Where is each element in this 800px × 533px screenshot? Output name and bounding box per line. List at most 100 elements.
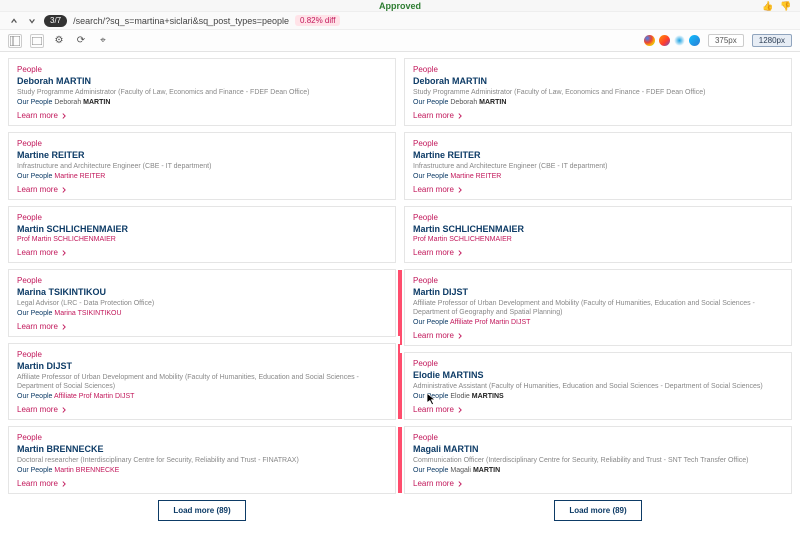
card-tag: People xyxy=(17,350,387,359)
learn-more-link[interactable]: Learn more xyxy=(17,479,67,488)
safari-icon[interactable] xyxy=(674,35,685,46)
card-tag: People xyxy=(17,139,387,148)
person-card[interactable]: People Martin BRENNECKE Doctoral researche… xyxy=(8,426,396,494)
card-tag: People xyxy=(17,65,387,74)
prev-snapshot-button[interactable] xyxy=(8,15,20,27)
person-title: Affiliate Professor of Urban Development… xyxy=(413,299,783,317)
diff-marker xyxy=(400,353,402,419)
single-view-icon[interactable] xyxy=(30,34,44,48)
learn-more-link[interactable]: Learn more xyxy=(17,248,67,257)
breadcrumb: Our People Affiliate Prof Martin DIJST xyxy=(413,319,783,326)
person-name[interactable]: Marina TSIKINTIKOU xyxy=(17,287,387,297)
load-more-button[interactable]: Load more (89) xyxy=(158,500,245,521)
thumbs-up-icon[interactable]: 👍 xyxy=(762,0,774,12)
person-title: Communication Officer (Interdisciplinary… xyxy=(413,456,783,465)
person-card[interactable]: People Magali MARTIN Communication Officer… xyxy=(404,426,792,494)
breadcrumb: Our People Deborah MARTIN xyxy=(17,99,387,106)
baseline-pane: People Deborah MARTIN Study Programme Admi… xyxy=(8,58,396,521)
person-title: Administrative Assistant (Faculty of Hum… xyxy=(413,382,783,391)
status-bar: Approved 👍 👎 xyxy=(0,0,800,12)
card-tag: People xyxy=(413,139,783,148)
person-card[interactable]: People Martin DIJST Affiliate Professor of… xyxy=(404,269,792,346)
person-name[interactable]: Elodie MARTINS xyxy=(413,370,783,380)
card-tag: People xyxy=(17,433,387,442)
person-card[interactable]: People Elodie MARTINS Administrative Assis… xyxy=(404,352,792,420)
learn-more-link[interactable]: Learn more xyxy=(17,111,67,120)
breadcrumb: Prof Martin SCHLICHENMAIER xyxy=(413,236,783,243)
person-card[interactable]: People Deborah MARTIN Study Programme Admi… xyxy=(404,58,792,126)
card-tag: People xyxy=(17,276,387,285)
current-pane: People Deborah MARTIN Study Programme Admi… xyxy=(404,58,792,521)
thumbs-down-icon[interactable]: 👎 xyxy=(780,0,792,12)
page-url[interactable]: /search/?sq_s=martina+siclari&sq_post_ty… xyxy=(73,16,289,26)
person-name[interactable]: Martine REITER xyxy=(413,150,783,160)
comparison-area: People Deborah MARTIN Study Programme Admi… xyxy=(0,52,800,533)
person-title: Legal Advisor (LRC - Data Protection Off… xyxy=(17,299,387,308)
learn-more-link[interactable]: Learn more xyxy=(413,185,463,194)
breadcrumb: Our People Deborah MARTIN xyxy=(413,99,783,106)
person-name[interactable]: Martine REITER xyxy=(17,150,387,160)
card-tag: People xyxy=(413,65,783,74)
firefox-icon[interactable] xyxy=(659,35,670,46)
person-card[interactable]: People Martine REITER Infrastructure and A… xyxy=(404,132,792,200)
person-name[interactable]: Martin SCHLICHENMAIER xyxy=(17,224,387,234)
breadcrumb: Our People Magali MARTIN xyxy=(413,467,783,474)
card-tag: People xyxy=(413,359,783,368)
breadcrumb: Our People Martine REITER xyxy=(413,173,783,180)
person-name[interactable]: Martin DIJST xyxy=(413,287,783,297)
person-card[interactable]: People Martin SCHLICHENMAIER Prof Martin S… xyxy=(404,206,792,263)
person-name[interactable]: Martin DIJST xyxy=(17,361,387,371)
diff-percentage-badge: 0.82% diff xyxy=(295,15,340,26)
person-name[interactable]: Deborah MARTIN xyxy=(413,76,783,86)
person-card[interactable]: People Martin DIJST Affiliate Professor of… xyxy=(8,343,396,420)
learn-more-link[interactable]: Learn more xyxy=(17,405,67,414)
edge-icon[interactable] xyxy=(689,35,700,46)
selector-icon[interactable]: ⌖ xyxy=(96,34,110,48)
snapshot-counter: 3/7 xyxy=(44,15,67,27)
learn-more-link[interactable]: Learn more xyxy=(17,322,67,331)
learn-more-link[interactable]: Learn more xyxy=(17,185,67,194)
url-bar: 3/7 /search/?sq_s=martina+siclari&sq_pos… xyxy=(0,12,800,30)
diff-marker xyxy=(400,270,402,345)
breadcrumb: Prof Martin SCHLICHENMAIER xyxy=(17,236,387,243)
refresh-icon[interactable]: ⟳ xyxy=(74,34,88,48)
person-name[interactable]: Deborah MARTIN xyxy=(17,76,387,86)
person-title: Infrastructure and Architecture Engineer… xyxy=(17,162,387,171)
learn-more-link[interactable]: Learn more xyxy=(413,331,463,340)
next-snapshot-button[interactable] xyxy=(26,15,38,27)
load-more-button[interactable]: Load more (89) xyxy=(554,500,641,521)
person-card[interactable]: People Marina TSIKINTIKOU Legal Advisor (L… xyxy=(8,269,396,337)
card-tag: People xyxy=(413,276,783,285)
person-card[interactable]: People Martin SCHLICHENMAIER Prof Martin S… xyxy=(8,206,396,263)
person-card[interactable]: People Martine REITER Infrastructure and A… xyxy=(8,132,396,200)
card-tag: People xyxy=(413,433,783,442)
learn-more-link[interactable]: Learn more xyxy=(413,405,463,414)
browser-icons xyxy=(644,35,700,46)
diff-marker xyxy=(400,427,402,493)
card-tag: People xyxy=(413,213,783,222)
toolbar: ⚙ ⟳ ⌖ 375px 1280px xyxy=(0,30,800,52)
settings-icon[interactable]: ⚙ xyxy=(52,34,66,48)
sidebar-toggle-icon[interactable] xyxy=(8,34,22,48)
breadcrumb: Our People Elodie MARTINS xyxy=(413,393,783,400)
viewport-1280[interactable]: 1280px xyxy=(752,34,792,47)
learn-more-link[interactable]: Learn more xyxy=(413,248,463,257)
person-name[interactable]: Magali MARTIN xyxy=(413,444,783,454)
person-title: Study Programme Administrator (Faculty o… xyxy=(413,88,783,97)
approval-status: Approved xyxy=(379,1,421,11)
person-title: Infrastructure and Architecture Engineer… xyxy=(413,162,783,171)
person-title: Affiliate Professor of Urban Development… xyxy=(17,373,387,391)
viewport-375[interactable]: 375px xyxy=(708,34,744,47)
learn-more-link[interactable]: Learn more xyxy=(413,479,463,488)
person-name[interactable]: Martin BRENNECKE xyxy=(17,444,387,454)
person-name[interactable]: Martin SCHLICHENMAIER xyxy=(413,224,783,234)
person-title: Doctoral researcher (Interdisciplinary C… xyxy=(17,456,387,465)
learn-more-link[interactable]: Learn more xyxy=(413,111,463,120)
card-tag: People xyxy=(17,213,387,222)
chrome-icon[interactable] xyxy=(644,35,655,46)
breadcrumb: Our People Marina TSIKINTIKOU xyxy=(17,310,387,317)
breadcrumb: Our People Martine REITER xyxy=(17,173,387,180)
person-card[interactable]: People Deborah MARTIN Study Programme Admi… xyxy=(8,58,396,126)
breadcrumb: Our People Martin BRENNECKE xyxy=(17,467,387,474)
person-title: Study Programme Administrator (Faculty o… xyxy=(17,88,387,97)
